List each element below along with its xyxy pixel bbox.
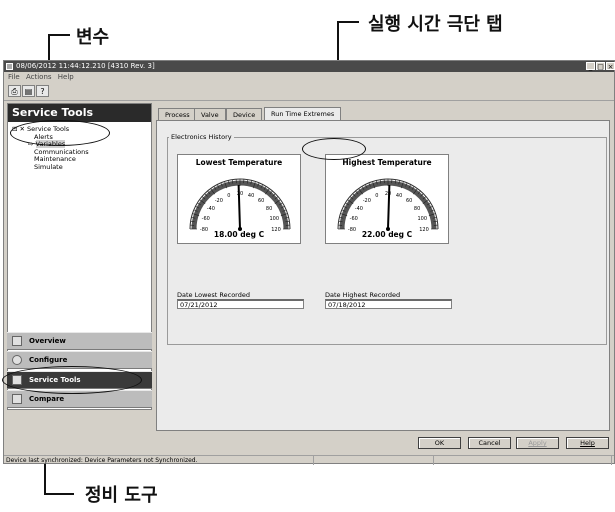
compare-icon xyxy=(12,394,22,404)
gauge-scale-label: -40 xyxy=(207,206,215,212)
ok-button[interactable]: OK xyxy=(418,437,461,449)
date-highest-label: Date Highest Recorded xyxy=(325,291,401,299)
callout-ellipse-runtime-tab xyxy=(302,138,366,160)
gauge-needle xyxy=(387,184,391,230)
gauge-scale-label: 40 xyxy=(396,193,402,199)
tab-run-time-extremes[interactable]: Run Time Extremes xyxy=(264,107,342,120)
nav-overview-button[interactable]: Overview xyxy=(7,332,152,350)
app-window: 08/06/2012 11:44:12.210 [4310 Rev. 3] _ … xyxy=(3,60,615,465)
help-button[interactable]: Help xyxy=(566,437,609,449)
gauge-scale-label: 60 xyxy=(258,198,264,204)
callout-ellipse-variables xyxy=(10,120,110,146)
status-segment-3 xyxy=(434,456,612,465)
status-text: Device last synchronized: Device Paramet… xyxy=(4,456,314,465)
home-icon xyxy=(12,336,22,346)
callout-service-leader-h xyxy=(44,493,74,495)
title-bar: 08/06/2012 11:44:12.210 [4310 Rev. 3] _ … xyxy=(4,61,615,72)
callout-runtime-leader-h xyxy=(337,21,359,23)
gauge-scale-label: 80 xyxy=(266,206,272,212)
app-icon xyxy=(6,63,13,70)
callout-service-tools-label: 정비 도구 xyxy=(85,485,158,506)
gauge-scale-label: 100 xyxy=(269,216,279,222)
menu-actions[interactable]: Actions xyxy=(26,73,52,81)
gauge-scale-label: 0 xyxy=(375,193,378,199)
date-lowest-label: Date Lowest Recorded xyxy=(177,291,250,299)
status-segment-2 xyxy=(314,456,434,465)
highest-temperature-gauge: Highest Temperature -80 -60 -40 -20 0 20 40 60 8… xyxy=(325,154,449,244)
gauge-value: 18.00 deg C xyxy=(213,230,265,239)
tab-panel: Electronics History Lowest Temperature -… xyxy=(156,120,610,431)
apply-button[interactable]: Apply xyxy=(516,437,559,449)
minimize-icon[interactable]: _ xyxy=(586,62,595,71)
gauge-needle xyxy=(237,184,241,230)
gauge-scale-label: -20 xyxy=(215,198,223,204)
help-pointer-icon[interactable]: ? xyxy=(36,85,49,97)
gauge-scale-label: 0 xyxy=(227,193,230,199)
toolbar: ⎙ ▤ ? xyxy=(4,82,614,101)
close-icon[interactable]: × xyxy=(606,62,615,71)
tree-item-simulate[interactable]: Simulate xyxy=(12,163,89,172)
cancel-button[interactable]: Cancel xyxy=(468,437,511,449)
printer-icon[interactable]: ⎙ xyxy=(8,85,21,97)
pane-header: Service Tools xyxy=(8,104,151,122)
callout-runtime-tab-label: 실행 시간 극단 탭 xyxy=(368,14,503,35)
gauge-scale-label: -20 xyxy=(363,198,371,204)
gauge-scale-label: 60 xyxy=(406,198,412,204)
print-preview-icon[interactable]: ▤ xyxy=(22,85,35,97)
gauge-value: 22.00 deg C xyxy=(361,230,413,239)
callout-ellipse-service-tools xyxy=(2,366,142,394)
gauge-scale-label: 20 xyxy=(385,191,391,197)
date-lowest-field: 07/21/2012 xyxy=(177,299,304,309)
lowest-temperature-gauge: Lowest Temperature -80 -60 -40 -20 0 20 40 60 80… xyxy=(177,154,301,244)
menu-help[interactable]: Help xyxy=(58,73,74,81)
maximize-icon[interactable]: □ xyxy=(596,62,605,71)
menu-file[interactable]: File xyxy=(8,73,20,81)
date-highest-field: 07/18/2012 xyxy=(325,299,452,309)
electronics-history-label: Electronics History xyxy=(169,133,234,141)
gauge-scale-label: -40 xyxy=(355,206,363,212)
status-bar: Device last synchronized: Device Paramet… xyxy=(4,455,614,465)
gauge-scale-label: 20 xyxy=(237,191,243,197)
window-title: 08/06/2012 11:44:12.210 [4310 Rev. 3] xyxy=(16,62,155,70)
gauge-scale-label: 100 xyxy=(417,216,427,222)
callout-variables-label: 변수 xyxy=(76,27,110,48)
tab-process[interactable]: Process xyxy=(158,108,197,120)
gauge-scale-label: -60 xyxy=(202,216,210,222)
gauge-scale-label: 80 xyxy=(414,206,420,212)
tab-device[interactable]: Device xyxy=(226,108,263,120)
callout-variables-leader-h xyxy=(48,34,70,36)
gauge-scale-label: 40 xyxy=(248,193,254,199)
gauge-scale-label: -60 xyxy=(350,216,358,222)
tab-valve[interactable]: Valve xyxy=(194,108,226,120)
dialog-button-bar: OK Cancel Apply Help xyxy=(154,435,612,455)
configure-icon xyxy=(12,355,22,365)
content-pane: Process Valve Device Run Time Extremes E… xyxy=(154,103,612,433)
menu-bar: File Actions Help xyxy=(4,72,614,82)
